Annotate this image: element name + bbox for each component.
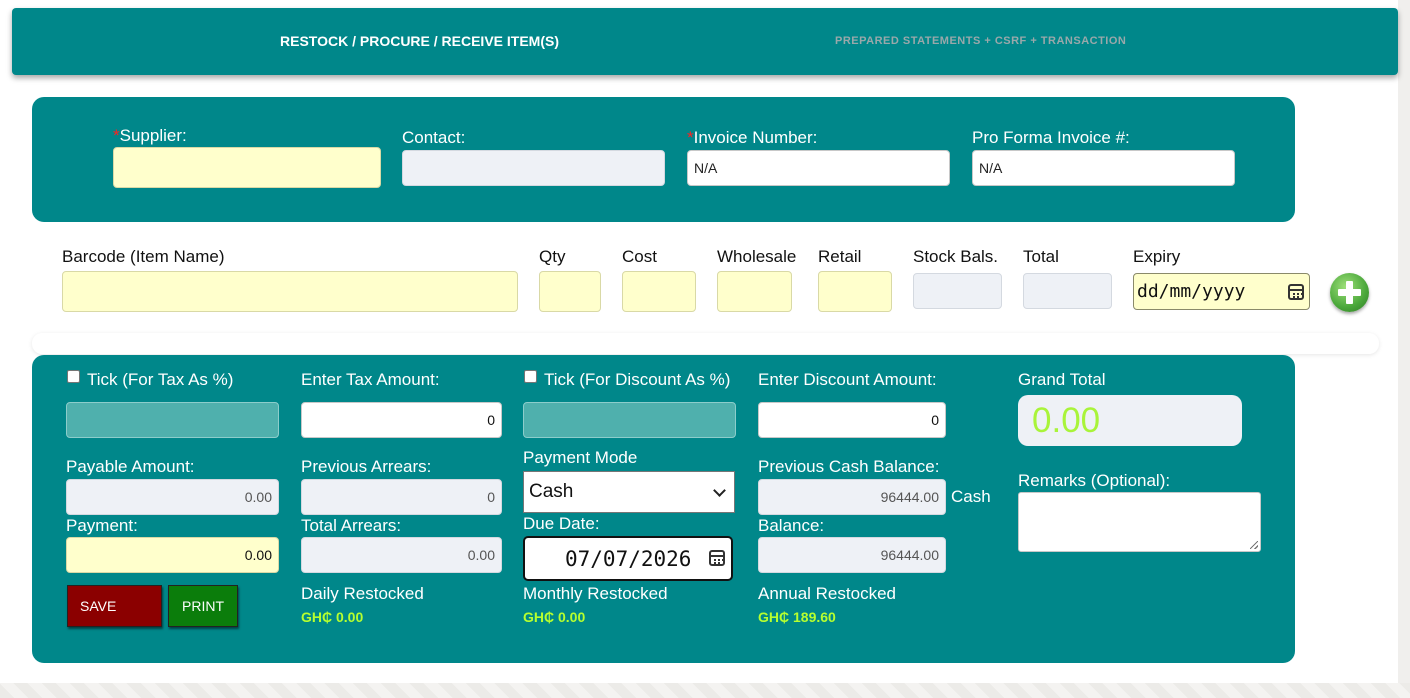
payment-mode-value: Cash: [529, 481, 574, 502]
expiry-label: Expiry: [1133, 247, 1181, 266]
invoice-number-input[interactable]: N/A: [687, 150, 950, 186]
grand-total-label: Grand Total: [1018, 370, 1106, 389]
qty-input[interactable]: [539, 271, 601, 312]
top-tab-bar: RESTOCK / PROCURE / RECEIVE ITEM(S) PREP…: [12, 8, 1398, 75]
cost-label: Cost: [622, 247, 657, 266]
barcode-label: Barcode (Item Name): [62, 247, 225, 266]
add-item-icon[interactable]: [1330, 273, 1369, 312]
previous-cash-balance-input[interactable]: 96444.00: [758, 479, 946, 515]
cash-label: Cash: [951, 487, 991, 506]
tax-amount-input[interactable]: 0: [301, 402, 502, 438]
discount-percent-label: Tick (For Discount As %): [544, 370, 731, 389]
save-button[interactable]: SAVE: [67, 585, 162, 627]
stock-balance-input[interactable]: [913, 273, 1002, 309]
qty-label: Qty: [539, 247, 566, 266]
cost-input[interactable]: [622, 271, 696, 312]
barcode-input[interactable]: [62, 271, 518, 312]
remarks-label: Remarks (Optional):: [1018, 471, 1171, 490]
retail-input[interactable]: [818, 271, 892, 312]
chevron-down-icon: [713, 484, 726, 497]
payment-mode-select[interactable]: Cash: [523, 471, 735, 513]
page-bottom-pattern: [0, 683, 1410, 698]
due-date-value: 07/07/2026: [565, 546, 692, 571]
calendar-icon[interactable]: [1288, 284, 1304, 300]
monthly-restocked-value: GH₵ 0.00: [523, 609, 586, 625]
required-mark: *: [687, 128, 694, 147]
payable-amount-label: Payable Amount:: [66, 457, 195, 476]
print-button[interactable]: PRINT: [168, 585, 238, 627]
contact-label: Contact:: [402, 128, 466, 147]
invoice-number-label: *Invoice Number:: [687, 128, 818, 147]
balance-label: Balance:: [758, 516, 825, 535]
proforma-invoice-label: Pro Forma Invoice #:: [972, 128, 1130, 147]
total-arrears-input[interactable]: 0.00: [301, 537, 502, 573]
tax-amount-label: Enter Tax Amount:: [301, 370, 440, 389]
payment-input[interactable]: 0.00: [66, 537, 279, 573]
discount-amount-label: Enter Discount Amount:: [758, 370, 937, 389]
payment-mode-label: Payment Mode: [523, 448, 638, 467]
expiry-date-placeholder: dd/mm/yyyy: [1137, 281, 1246, 302]
due-date-label: Due Date:: [523, 514, 600, 533]
proforma-invoice-input[interactable]: N/A: [972, 150, 1235, 186]
total-input[interactable]: [1023, 273, 1112, 309]
calendar-icon[interactable]: [709, 550, 725, 566]
due-date-input[interactable]: 07/07/2026: [523, 536, 733, 581]
section-divider: [32, 333, 1379, 354]
previous-cash-balance-label: Previous Cash Balance:: [758, 457, 940, 476]
balance-input[interactable]: 96444.00: [758, 537, 946, 573]
tax-percent-input[interactable]: [66, 402, 279, 438]
discount-percent-input[interactable]: [523, 402, 736, 438]
resize-handle-icon[interactable]: [1250, 541, 1258, 549]
payment-label: Payment:: [66, 516, 138, 535]
supplier-input[interactable]: [113, 147, 381, 188]
daily-restocked-label: Daily Restocked: [301, 584, 424, 603]
required-mark: *: [113, 126, 120, 145]
tax-percent-checkbox[interactable]: [67, 370, 80, 383]
payable-amount-input[interactable]: 0.00: [66, 479, 279, 515]
tab-prepared-statements[interactable]: PREPARED STATEMENTS + CSRF + TRANSACTION: [835, 8, 1126, 75]
wholesale-label: Wholesale: [717, 247, 797, 266]
grand-total-display: 0.00: [1018, 395, 1242, 446]
discount-amount-input[interactable]: 0: [758, 402, 946, 438]
total-arrears-label: Total Arrears:: [301, 516, 402, 535]
retail-label: Retail: [818, 247, 862, 266]
stock-balance-label: Stock Bals.: [913, 247, 999, 266]
monthly-restocked-label: Monthly Restocked: [523, 584, 668, 603]
tab-restock[interactable]: RESTOCK / PROCURE / RECEIVE ITEM(S): [280, 8, 559, 75]
daily-restocked-value: GH₵ 0.00: [301, 609, 364, 625]
discount-percent-checkbox[interactable]: [524, 370, 537, 383]
previous-arrears-input[interactable]: 0: [301, 479, 502, 515]
supplier-label: *Supplier:: [113, 126, 187, 145]
contact-input[interactable]: [402, 150, 665, 186]
remarks-textarea[interactable]: [1018, 492, 1261, 552]
previous-arrears-label: Previous Arrears:: [301, 457, 432, 476]
annual-restocked-label: Annual Restocked: [758, 584, 896, 603]
total-label: Total: [1023, 247, 1059, 266]
annual-restocked-value: GH₵ 189.60: [758, 609, 836, 625]
expiry-date-input[interactable]: dd/mm/yyyy: [1133, 273, 1310, 310]
tax-percent-label: Tick (For Tax As %): [87, 370, 234, 389]
wholesale-input[interactable]: [717, 271, 792, 312]
page-right-margin: [1398, 0, 1410, 698]
